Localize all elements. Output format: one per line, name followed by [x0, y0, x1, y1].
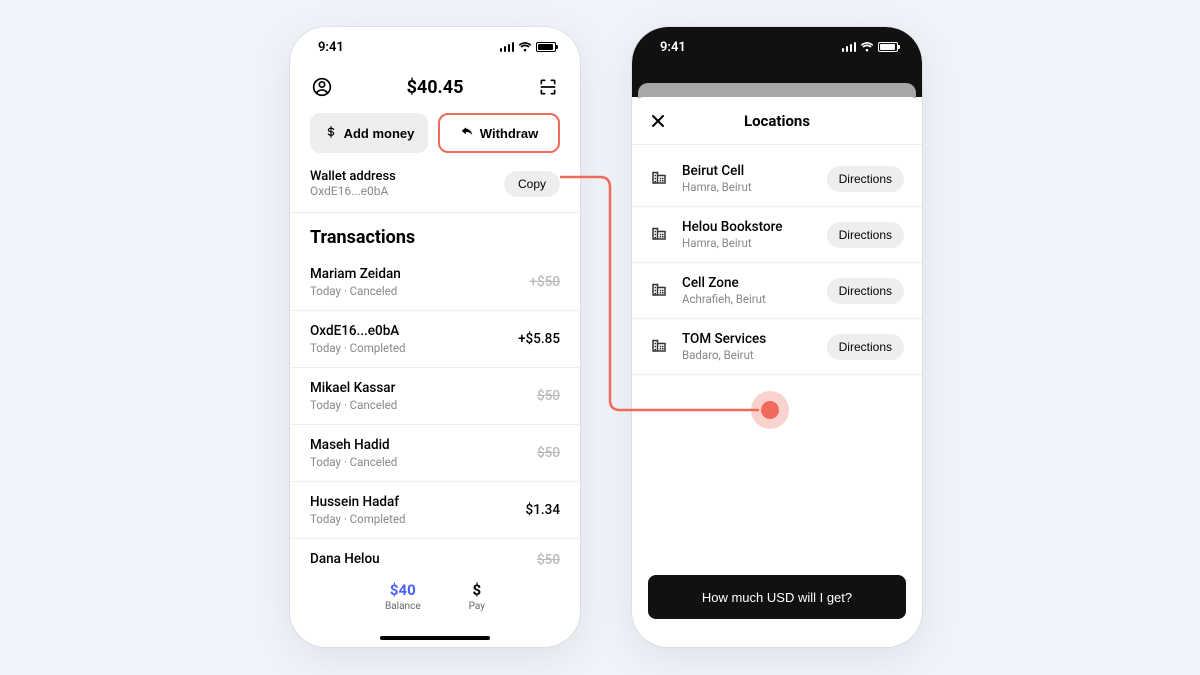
- wifi-icon: [518, 42, 532, 52]
- scan-icon[interactable]: [536, 75, 560, 99]
- building-icon: [650, 168, 670, 190]
- locations-list: Beirut CellHamra, BeirutDirectionsHelou …: [632, 145, 922, 381]
- transaction-name: Maseh Hadid: [310, 437, 397, 453]
- transaction-row[interactable]: Maseh Hadid Today · Canceled $50: [290, 425, 580, 482]
- profile-icon[interactable]: [310, 75, 334, 99]
- wallet-address-row: Wallet address OxdE16...e0bA Copy: [290, 169, 580, 213]
- transaction-amount: +$50: [529, 274, 560, 290]
- building-icon: [650, 336, 670, 358]
- header: $40.45: [290, 67, 580, 113]
- location-row: TOM ServicesBadaro, Beirut Directions: [632, 319, 922, 375]
- directions-button[interactable]: Directions: [827, 334, 904, 360]
- home-indicator: [380, 636, 490, 640]
- sheet-header: Locations: [632, 97, 922, 145]
- location-sub: Badaro, Beirut: [682, 348, 815, 362]
- status-bar: 9:41: [632, 27, 922, 67]
- directions-button[interactable]: Directions: [827, 166, 904, 192]
- withdraw-label: Withdraw: [480, 126, 538, 141]
- location-row: Beirut CellHamra, Beirut Directions: [632, 151, 922, 207]
- status-time: 9:41: [318, 40, 344, 55]
- status-icons: [842, 42, 899, 52]
- building-icon: [650, 280, 670, 302]
- transaction-name: OxdE16...e0bA: [310, 323, 406, 339]
- directions-button[interactable]: Directions: [827, 278, 904, 304]
- withdraw-button[interactable]: Withdraw: [438, 113, 560, 153]
- wallet-address-value: OxdE16...e0bA: [310, 184, 396, 198]
- location-row: Helou BookstoreHamra, Beirut Directions: [632, 207, 922, 263]
- transactions-header: Transactions: [290, 213, 580, 254]
- wallet-screen: 9:41 $40.45 Add money Withdr: [290, 27, 580, 647]
- add-money-button[interactable]: Add money: [310, 113, 428, 153]
- transaction-name: Mikael Kassar: [310, 380, 397, 396]
- locations-screen: 9:41 Locations Beirut CellHamra, BeirutD…: [632, 27, 922, 647]
- transaction-name: Hussein Hadaf: [310, 494, 406, 510]
- transaction-meta: Today · Completed: [310, 341, 406, 355]
- dollar-icon: [324, 125, 338, 142]
- nav-balance-value: $40: [390, 581, 416, 599]
- transaction-amount: +$5.85: [518, 331, 560, 347]
- nav-pay-symbol: $: [473, 581, 482, 599]
- bottom-nav: $40 Balance $ Pay: [290, 573, 580, 647]
- usd-rate-button[interactable]: How much USD will I get?: [648, 575, 906, 619]
- nav-pay-label: Pay: [469, 601, 485, 612]
- location-sub: Hamra, Beirut: [682, 180, 815, 194]
- location-sub: Hamra, Beirut: [682, 236, 815, 250]
- signal-icon: [842, 42, 857, 52]
- sheet-title: Locations: [744, 112, 810, 130]
- wifi-icon: [860, 42, 874, 52]
- battery-icon: [878, 42, 898, 52]
- flow-endpoint-dot: [761, 401, 779, 419]
- transaction-amount: $50: [537, 388, 560, 404]
- signal-icon: [500, 42, 515, 52]
- status-icons: [500, 42, 557, 52]
- reply-arrow-icon: [460, 125, 474, 142]
- status-bar: 9:41: [290, 27, 580, 67]
- location-row: Cell ZoneAchrafieh, Beirut Directions: [632, 263, 922, 319]
- battery-icon: [536, 42, 556, 52]
- location-name: Beirut Cell: [682, 163, 815, 179]
- balance-display: $40.45: [407, 77, 464, 98]
- transaction-amount: $50: [537, 552, 560, 568]
- nav-balance-label: Balance: [385, 601, 421, 612]
- transaction-meta: Today · Canceled: [310, 398, 397, 412]
- transaction-name: Mariam Zeidan: [310, 266, 401, 282]
- transaction-amount: $50: [537, 445, 560, 461]
- location-sub: Achrafieh, Beirut: [682, 292, 815, 306]
- transaction-row[interactable]: Hussein Hadaf Today · Completed $1.34: [290, 482, 580, 539]
- building-icon: [650, 224, 670, 246]
- transaction-meta: Today · Completed: [310, 512, 406, 526]
- transaction-amount: $1.34: [526, 502, 560, 518]
- add-money-label: Add money: [344, 126, 415, 141]
- transaction-meta: Today · Canceled: [310, 455, 397, 469]
- transaction-row[interactable]: Mikael Kassar Today · Canceled $50: [290, 368, 580, 425]
- action-row: Add money Withdraw: [290, 113, 580, 169]
- transaction-row[interactable]: Mariam Zeidan Today · Canceled +$50: [290, 254, 580, 311]
- location-name: TOM Services: [682, 331, 815, 347]
- wallet-address-title: Wallet address: [310, 169, 396, 184]
- nav-pay[interactable]: $ Pay: [469, 581, 485, 612]
- location-name: Cell Zone: [682, 275, 815, 291]
- close-icon[interactable]: [648, 111, 668, 131]
- transactions-list: Mariam Zeidan Today · Canceled +$50 OxdE16.…: [290, 254, 580, 582]
- transaction-meta: Today · Canceled: [310, 284, 401, 298]
- transaction-row[interactable]: OxdE16...e0bA Today · Completed +$5.85: [290, 311, 580, 368]
- nav-balance[interactable]: $40 Balance: [385, 581, 421, 612]
- flow-connector: [0, 0, 1200, 675]
- location-name: Helou Bookstore: [682, 219, 815, 235]
- transaction-name: Dana Helou: [310, 551, 380, 567]
- copy-button[interactable]: Copy: [504, 171, 560, 197]
- directions-button[interactable]: Directions: [827, 222, 904, 248]
- status-time: 9:41: [660, 40, 686, 55]
